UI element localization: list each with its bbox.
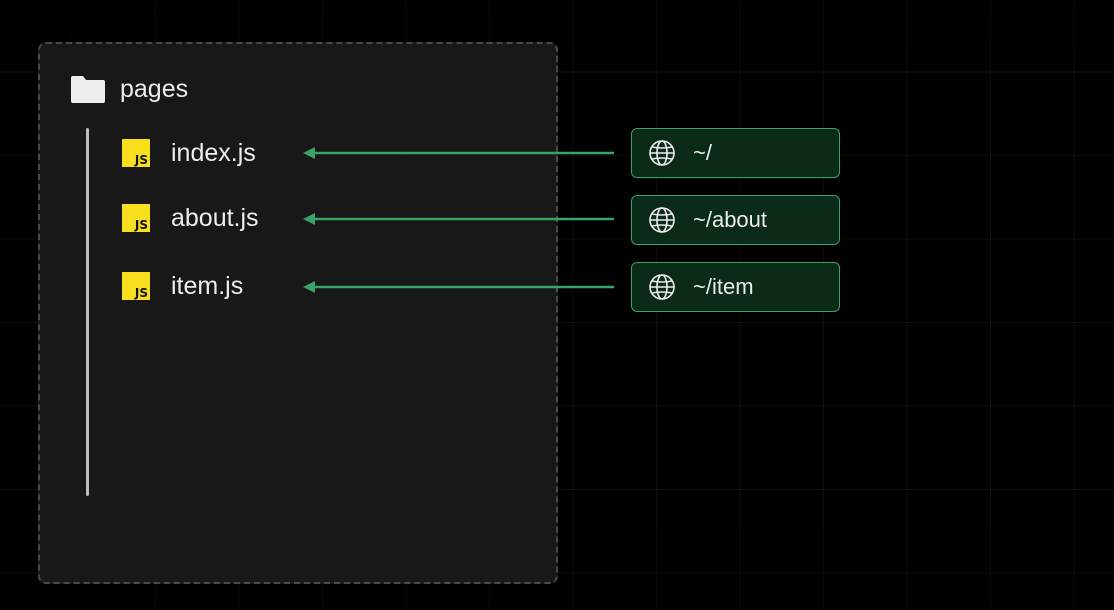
route-arrows [303, 147, 614, 293]
globe-icon [649, 140, 675, 166]
arrow-item [303, 281, 614, 293]
route-item[interactable]: ~/item [631, 262, 840, 312]
route-about[interactable]: ~/about [631, 195, 840, 245]
route-label: ~/about [693, 207, 768, 232]
globe-icon [649, 207, 675, 233]
arrow-index [303, 147, 614, 159]
route-root[interactable]: ~/ [631, 128, 840, 178]
route-label: ~/item [693, 274, 754, 299]
route-label: ~/ [693, 140, 712, 165]
arrow-about [303, 213, 614, 225]
globe-icon [649, 274, 675, 300]
